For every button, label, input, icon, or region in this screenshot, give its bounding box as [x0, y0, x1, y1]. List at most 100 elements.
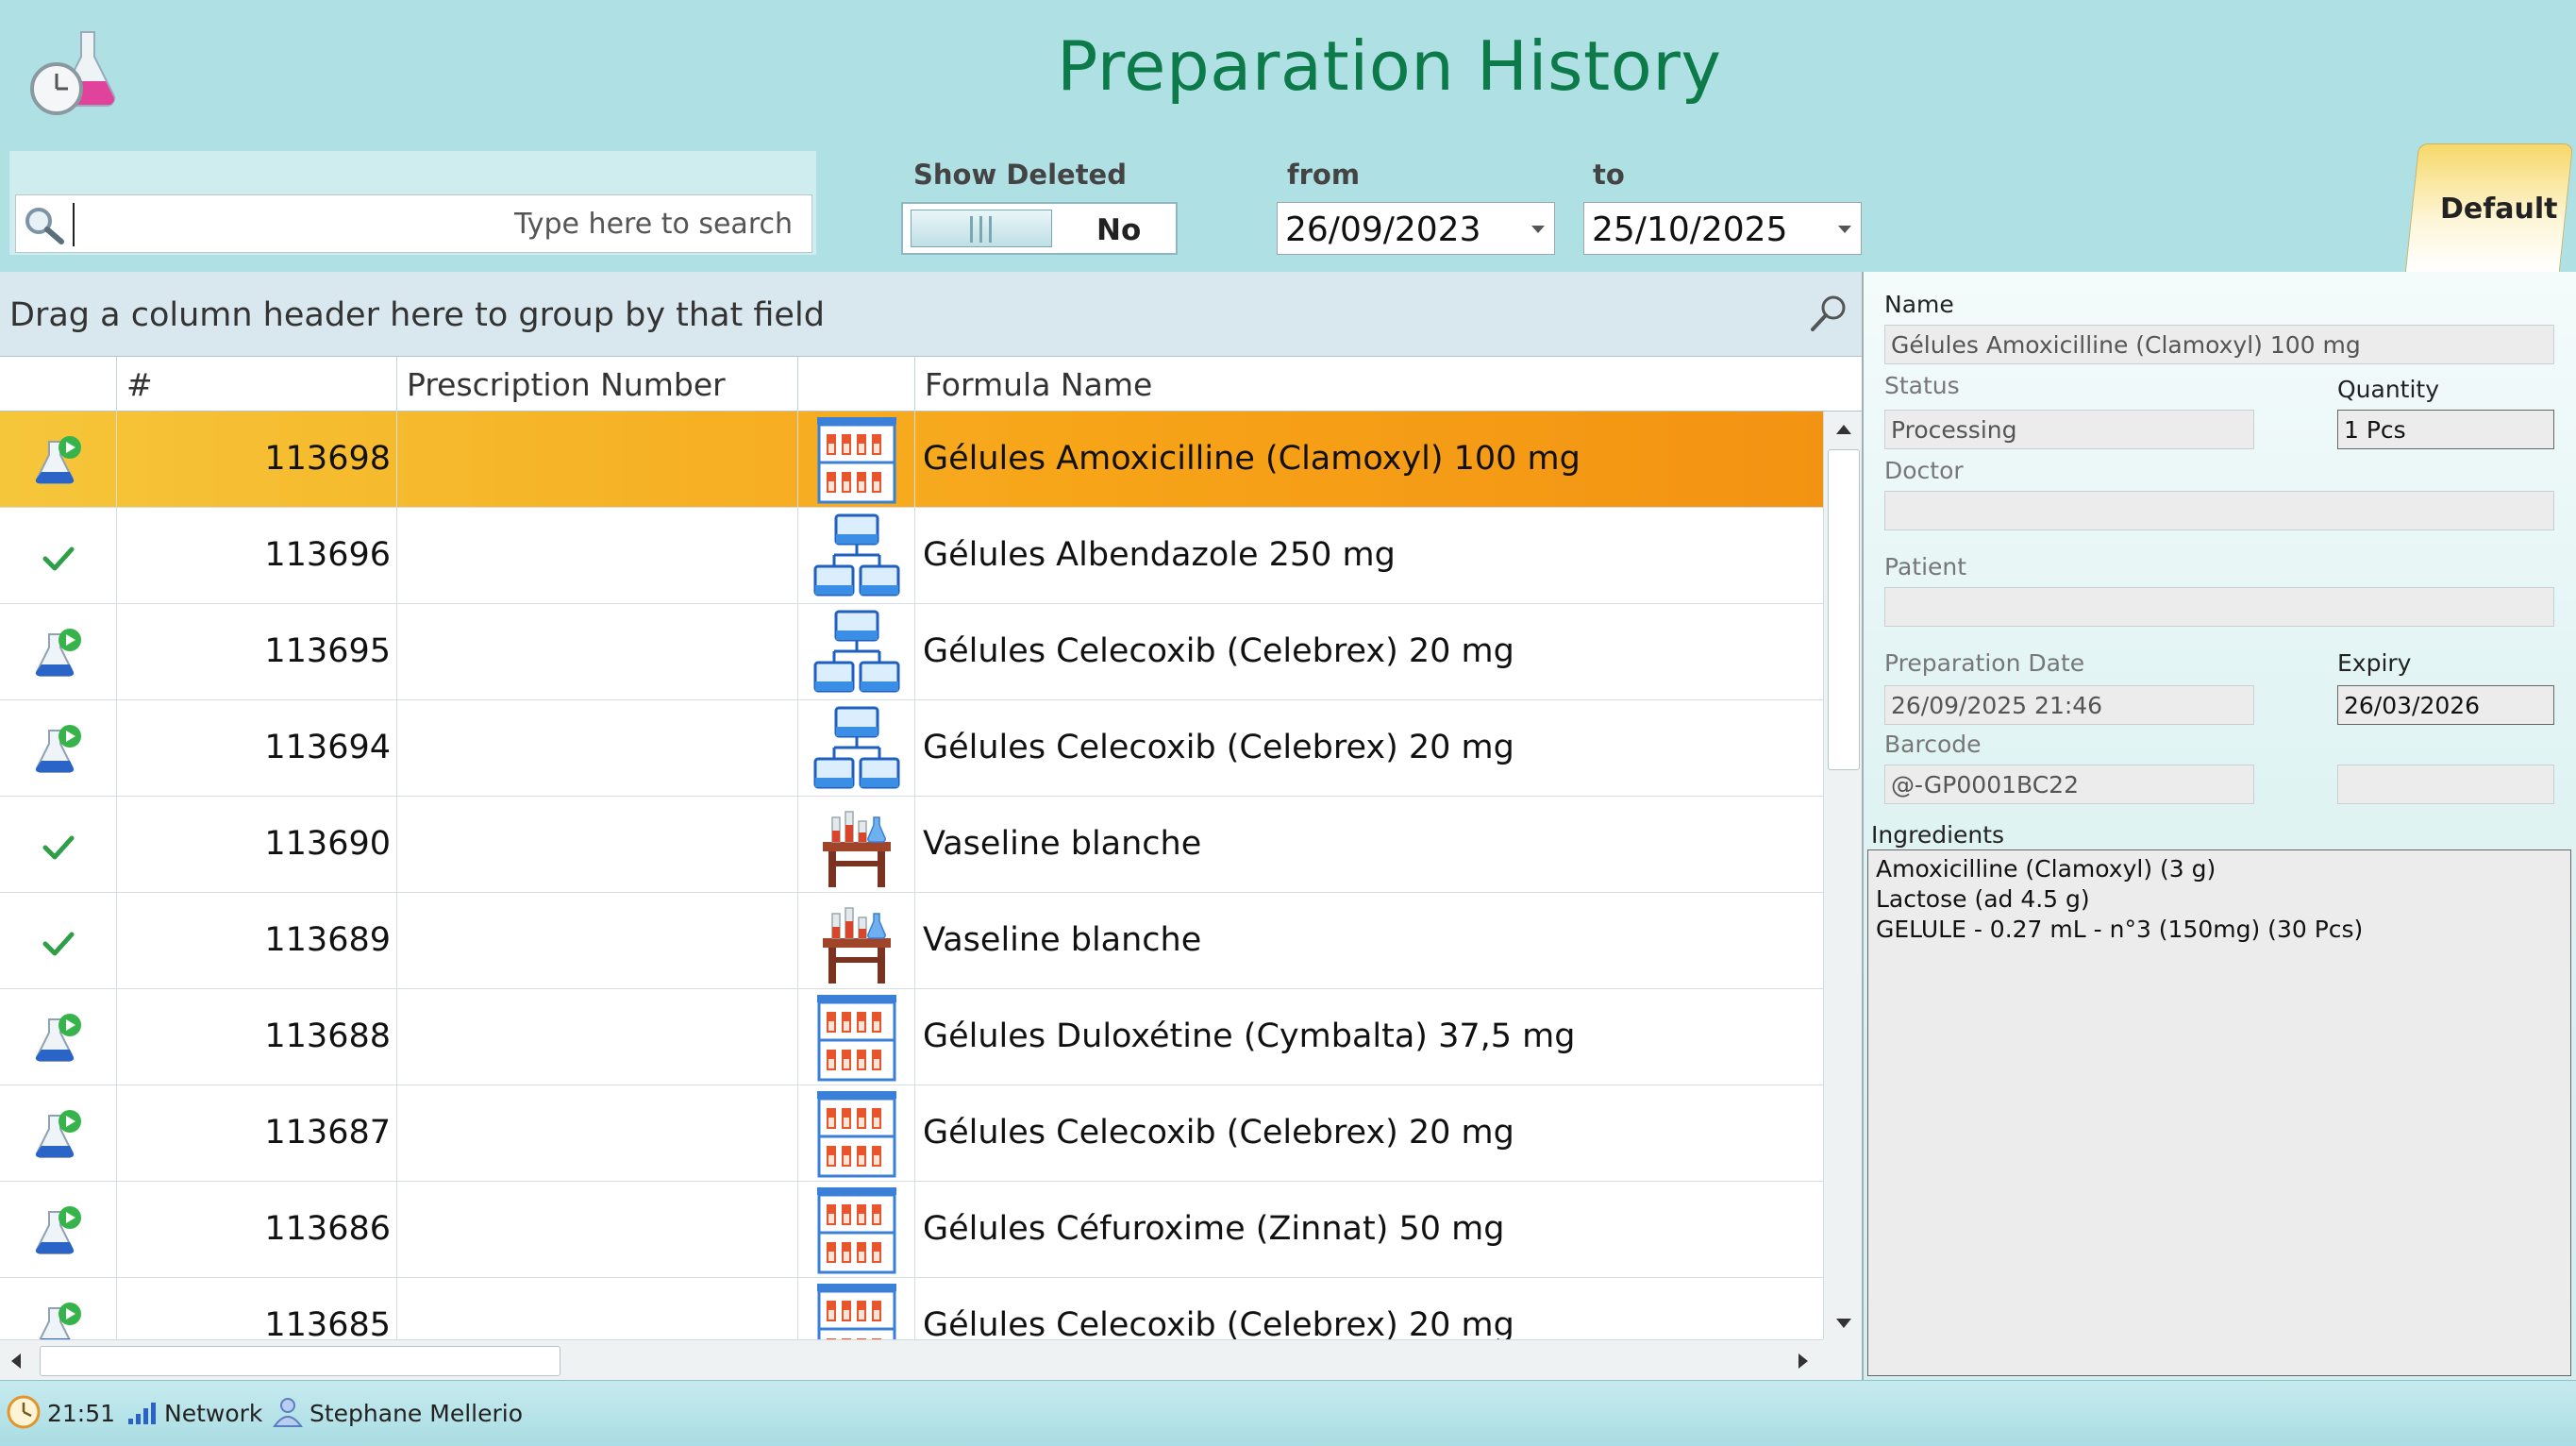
expiry-field[interactable]: 26/03/2026 — [2337, 685, 2554, 725]
table-row[interactable]: 113690 Vaseline blanche — [0, 797, 1823, 893]
name-field[interactable]: Gélules Amoxicilline (Clamoxyl) 100 mg — [1884, 325, 2554, 364]
table-row[interactable]: 113688 Gélules Duloxétine (Cymbalta) 37,5… — [0, 989, 1823, 1085]
form-cell[interactable] — [798, 1085, 915, 1181]
barcode-extra-field[interactable] — [2337, 765, 2554, 804]
flask-play-icon — [32, 1012, 85, 1065]
status-cell[interactable] — [0, 700, 117, 796]
ingredients-list[interactable]: Amoxicilline (Clamoxyl) (3 g) Lactose (a… — [1867, 849, 2571, 1376]
form-cell[interactable] — [798, 412, 915, 507]
lab-table-icon — [811, 897, 902, 985]
search-input[interactable] — [82, 195, 793, 252]
status-cell[interactable] — [0, 893, 117, 988]
prescription-number-cell[interactable] — [397, 604, 798, 699]
horizontal-scrollbar[interactable] — [0, 1339, 1823, 1380]
doctor-field[interactable] — [1884, 491, 2554, 530]
status-cell[interactable] — [0, 1182, 117, 1277]
group-by-panel[interactable]: Drag a column header here to group by th… — [0, 272, 1862, 357]
prescription-number-cell[interactable] — [397, 989, 798, 1084]
clock-icon — [7, 1395, 41, 1429]
prescription-number-cell[interactable] — [397, 700, 798, 796]
table-row[interactable]: 113685 Gélules Celecoxib (Celebrex) 20 mg — [0, 1278, 1823, 1339]
status-field[interactable]: Processing — [1884, 410, 2254, 449]
form-cell[interactable] — [798, 893, 915, 988]
table-row[interactable]: 113687 Gélules Celecoxib (Celebrex) 20 mg — [0, 1085, 1823, 1182]
prescription-number-cell[interactable] — [397, 1085, 798, 1181]
prescription-number-cell[interactable] — [397, 797, 798, 892]
quantity-field[interactable]: 1 Pcs — [2337, 410, 2554, 449]
horizontal-scroll-thumb[interactable] — [40, 1346, 560, 1376]
form-cell[interactable] — [798, 1278, 915, 1339]
form-cell[interactable] — [798, 700, 915, 796]
formula-name-cell[interactable]: Gélules Duloxétine (Cymbalta) 37,5 mg — [915, 989, 1823, 1084]
number-cell[interactable]: 113696 — [117, 508, 397, 603]
formula-name-cell[interactable]: Gélules Celecoxib (Celebrex) 20 mg — [915, 1278, 1823, 1339]
to-date-picker[interactable]: 25/10/2025 — [1583, 202, 1862, 255]
form-cell[interactable] — [798, 604, 915, 699]
scroll-up-icon[interactable] — [1836, 425, 1851, 434]
formula-name-cell[interactable]: Vaseline blanche — [915, 797, 1823, 892]
column-header-number[interactable]: # — [117, 357, 397, 412]
form-cell[interactable] — [798, 797, 915, 892]
search-box[interactable] — [15, 194, 812, 253]
status-cell[interactable] — [0, 1278, 117, 1339]
number-cell[interactable]: 113685 — [117, 1278, 397, 1339]
column-header-form[interactable] — [798, 357, 915, 412]
prescription-number-cell[interactable] — [397, 412, 798, 507]
name-label: Name — [1884, 291, 1954, 318]
column-header-status[interactable] — [0, 357, 117, 412]
number-cell[interactable]: 113687 — [117, 1085, 397, 1181]
dropdown-arrow-icon[interactable] — [1838, 226, 1851, 233]
to-date-value: 25/10/2025 — [1592, 210, 1788, 249]
status-cell[interactable] — [0, 412, 117, 507]
status-cell[interactable] — [0, 797, 117, 892]
dropdown-arrow-icon[interactable] — [1531, 226, 1545, 233]
table-row[interactable]: 113694 Gélules Celecoxib (Celebrex) 20 mg — [0, 700, 1823, 797]
formula-name: Vaseline blanche — [923, 825, 1202, 863]
table-row[interactable]: 113698 Gélules Amoxicilline (Clamoxyl) 10… — [0, 412, 1823, 508]
formula-name-cell[interactable]: Gélules Amoxicilline (Clamoxyl) 100 mg — [915, 412, 1823, 507]
barcode-field[interactable]: @-GP0001BC22 — [1884, 765, 2254, 804]
number-cell[interactable]: 113698 — [117, 412, 397, 507]
form-cell[interactable] — [798, 989, 915, 1084]
column-header-prescription-number[interactable]: Prescription Number — [397, 357, 798, 412]
status-cell[interactable] — [0, 508, 117, 603]
scroll-left-icon[interactable] — [11, 1354, 21, 1369]
preparation-number: 113694 — [264, 729, 391, 766]
vertical-scrollbar[interactable] — [1823, 412, 1862, 1339]
scroll-down-icon[interactable] — [1836, 1319, 1851, 1328]
table-row[interactable]: 113695 Gélules Celecoxib (Celebrex) 20 mg — [0, 604, 1823, 700]
number-cell[interactable]: 113688 — [117, 989, 397, 1084]
number-cell[interactable]: 113690 — [117, 797, 397, 892]
prescription-number-cell[interactable] — [397, 508, 798, 603]
number-cell[interactable]: 113694 — [117, 700, 397, 796]
formula-name-cell[interactable]: Gélules Celecoxib (Celebrex) 20 mg — [915, 604, 1823, 699]
table-row[interactable]: 113686 Gélules Céfuroxime (Zinnat) 50 mg — [0, 1182, 1823, 1278]
formula-name-cell[interactable]: Vaseline blanche — [915, 893, 1823, 988]
formula-name-cell[interactable]: Gélules Celecoxib (Celebrex) 20 mg — [915, 1085, 1823, 1181]
formula-name-cell[interactable]: Gélules Celecoxib (Celebrex) 20 mg — [915, 700, 1823, 796]
formula-name-cell[interactable]: Gélules Albendazole 250 mg — [915, 508, 1823, 603]
number-cell[interactable]: 113689 — [117, 893, 397, 988]
find-icon[interactable] — [1808, 293, 1849, 334]
column-header-formula-name[interactable]: Formula Name — [915, 357, 1823, 412]
scroll-right-icon[interactable] — [1798, 1354, 1808, 1369]
table-row[interactable]: 113696 Gélules Albendazole 250 mg — [0, 508, 1823, 604]
patient-field[interactable] — [1884, 587, 2554, 627]
preparation-date-field[interactable]: 26/09/2025 21:46 — [1884, 685, 2254, 725]
from-date-picker[interactable]: 26/09/2023 — [1277, 202, 1555, 255]
prescription-number-cell[interactable] — [397, 1278, 798, 1339]
form-cell[interactable] — [798, 508, 915, 603]
prescription-number-cell[interactable] — [397, 893, 798, 988]
toggle-knob[interactable] — [911, 210, 1052, 247]
status-cell[interactable] — [0, 989, 117, 1084]
number-cell[interactable]: 113686 — [117, 1182, 397, 1277]
show-deleted-toggle[interactable]: No — [901, 202, 1178, 255]
table-row[interactable]: 113689 Vaseline blanche — [0, 893, 1823, 989]
prescription-number-cell[interactable] — [397, 1182, 798, 1277]
number-cell[interactable]: 113695 — [117, 604, 397, 699]
formula-name-cell[interactable]: Gélules Céfuroxime (Zinnat) 50 mg — [915, 1182, 1823, 1277]
vertical-scroll-thumb[interactable] — [1828, 449, 1860, 770]
status-cell[interactable] — [0, 1085, 117, 1181]
status-cell[interactable] — [0, 604, 117, 699]
form-cell[interactable] — [798, 1182, 915, 1277]
